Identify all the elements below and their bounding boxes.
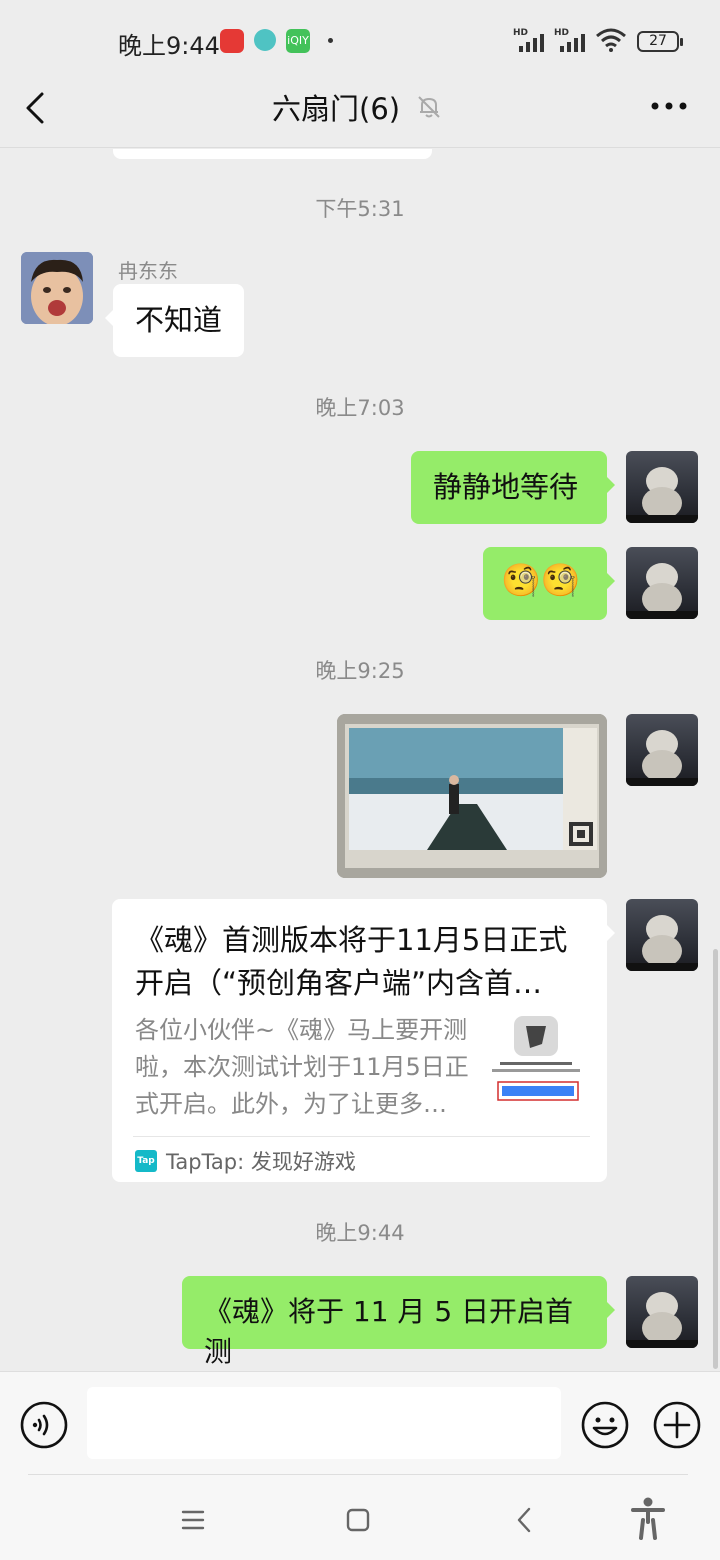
link-card[interactable]: 《魂》首测版本将于11月5日正式开启（“预创角客户端”内含首… 各位小伙伴~《魂… [112,899,615,1182]
link-card-description: 各位小伙伴~《魂》马上要开测啦，本次测试计划于11月5日正式开启。此外，为了让更… [135,1016,469,1118]
emoji-icon[interactable] [580,1400,630,1450]
message-input[interactable] [87,1387,561,1459]
status-bar: 晚上9:44 iQIY HD HD 27 [0,0,720,80]
battery-icon: 27 [637,31,683,52]
message-timestamp: 晚上9:44 [315,1221,405,1245]
partial-message-bubble[interactable] [113,149,432,159]
chat-title-group: 六扇门(6) [272,86,442,128]
avatar[interactable] [626,547,698,619]
thinking-face-emoji: 🧐🧐 [501,561,581,599]
avatar[interactable] [626,714,698,786]
signal-icon: HD [513,28,553,54]
home-square-icon[interactable] [340,1502,376,1538]
link-card-source: Tap TapTap: 发现好游戏 [135,1146,356,1176]
chat-header: 六扇门(6) [0,80,720,148]
chevron-left-icon[interactable] [18,86,58,130]
app-notification-icon [254,29,276,51]
more-dots-icon[interactable] [650,100,688,112]
system-nav-bar [0,1474,720,1560]
chat-title: 六扇门(6) [272,92,401,126]
more-notifications-dot [328,38,333,43]
menu-icon[interactable] [175,1502,211,1538]
message-timestamp: 晚上9:25 [315,659,405,683]
signal-icon: HD [554,28,594,54]
avatar[interactable] [21,252,93,324]
input-bar [0,1371,720,1474]
link-card-divider [133,1136,590,1137]
message-list[interactable]: 下午5:31 冉东东 不知道 晚上7:03 静静地等待 🧐🧐 晚上9:25 《魂… [0,149,720,1371]
wifi-icon [596,28,626,52]
emoji-message-bubble[interactable]: 🧐🧐 [483,547,615,620]
taptap-icon: Tap [135,1150,157,1172]
bell-off-icon [418,96,440,118]
avatar[interactable] [626,1276,698,1348]
accessibility-icon[interactable] [630,1496,666,1540]
message-timestamp: 下午5:31 [315,197,405,221]
iqiyi-icon: iQIY [286,29,310,53]
avatar[interactable] [626,451,698,523]
message-timestamp: 晚上7:03 [315,396,405,420]
scrollbar[interactable] [713,949,718,1369]
back-triangle-icon[interactable] [507,1502,543,1538]
voice-icon[interactable] [19,1400,69,1450]
avatar[interactable] [626,899,698,971]
app-notification-icon [220,29,244,53]
link-card-thumbnail [490,1014,582,1114]
link-card-source-label: TapTap: 发现好游戏 [166,1150,356,1174]
nav-divider [28,1474,688,1475]
message-bubble[interactable]: 静静地等待 [411,451,615,524]
image-message[interactable] [337,714,607,878]
sender-name: 冉东东 [118,259,178,283]
plus-icon[interactable] [652,1400,702,1450]
link-card-title: 《魂》首测版本将于11月5日正式开启（“预创角客户端”内含首… [135,923,568,1000]
message-bubble[interactable]: 《魂》将于 11 月 5 日开启首测 [182,1276,615,1368]
status-time: 晚上9:44 [118,32,220,60]
message-bubble[interactable]: 不知道 [104,284,245,357]
